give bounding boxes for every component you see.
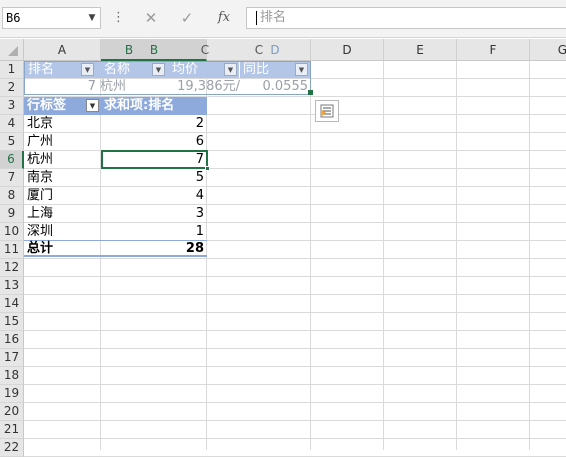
drag-column-label: D: [270, 43, 280, 57]
pivot-row-label[interactable]: 上海: [24, 205, 100, 223]
fill-handle[interactable]: [205, 166, 210, 171]
row-header-1[interactable]: 1: [0, 61, 24, 79]
gridline: [24, 294, 566, 295]
row-header-21[interactable]: 21: [0, 421, 24, 439]
drag-column-label: B: [149, 43, 159, 57]
row-header-22[interactable]: 22: [0, 439, 24, 457]
pivot-row-label[interactable]: 厦门: [24, 187, 100, 205]
pivot-total-border: [24, 255, 207, 257]
row-header-11[interactable]: 11: [0, 241, 24, 259]
formula-bar-grip-icon[interactable]: ⋮: [112, 8, 125, 28]
drag-column-label: B: [124, 43, 134, 57]
gridline: [24, 276, 566, 277]
pivot-row-label[interactable]: 杭州: [24, 151, 100, 169]
gridline: [24, 258, 566, 259]
row-header-8[interactable]: 8: [0, 187, 24, 205]
name-box-dropdown-icon[interactable]: ▼: [85, 8, 99, 28]
row-header-14[interactable]: 14: [0, 295, 24, 313]
ghost-cell-price: 19,386元/: [177, 79, 240, 94]
pivot-row-label[interactable]: 南京: [24, 169, 100, 187]
column-header-e[interactable]: E: [384, 39, 457, 61]
column-header-f[interactable]: F: [457, 39, 530, 61]
row-header-18[interactable]: 18: [0, 367, 24, 385]
select-all-triangle-icon: [8, 46, 18, 56]
ghost-cell-yoy: 0.0555: [262, 79, 309, 94]
pivot-row-value[interactable]: 4: [101, 187, 207, 205]
row-header-20[interactable]: 20: [0, 403, 24, 421]
pivot-row-label[interactable]: 北京: [24, 115, 100, 133]
row-header-6[interactable]: 6: [0, 151, 24, 169]
chevron-down-icon: ▼: [152, 63, 165, 76]
row-header-2[interactable]: 2: [0, 79, 24, 97]
chevron-down-icon: ▼: [295, 63, 308, 76]
pivot-row-value[interactable]: 2: [101, 115, 207, 133]
text-caret: [256, 11, 257, 25]
row-header-15[interactable]: 15: [0, 313, 24, 331]
gridline: [24, 402, 566, 403]
gridline: [24, 420, 566, 421]
column-header-a[interactable]: A: [24, 39, 101, 61]
chevron-down-icon[interactable]: ▼: [86, 99, 99, 112]
row-header-19[interactable]: 19: [0, 385, 24, 403]
pivot-row-value[interactable]: 1: [101, 223, 207, 241]
pivot-values-header: 求和项:排名: [104, 98, 175, 113]
insert-function-button[interactable]: fx: [212, 8, 236, 28]
pivot-row-value[interactable]: 6: [101, 133, 207, 151]
drag-column-label: C: [200, 43, 210, 57]
drag-preview-handle: [308, 90, 313, 95]
column-header-g[interactable]: G: [530, 39, 566, 61]
row-header-16[interactable]: 16: [0, 331, 24, 349]
ghost-cell-name: 杭州: [100, 79, 127, 94]
ghost-cell-rank: 7: [87, 79, 96, 94]
row-header-13[interactable]: 13: [0, 277, 24, 295]
gridline: [24, 348, 566, 349]
row-header-4[interactable]: 4: [0, 115, 24, 133]
row-header-10[interactable]: 10: [0, 223, 24, 241]
pivot-row-label[interactable]: 广州: [24, 133, 100, 151]
pivot-row-value[interactable]: 3: [101, 205, 207, 223]
row-header-9[interactable]: 9: [0, 205, 24, 223]
gridline: [24, 384, 566, 385]
pivot-row-label[interactable]: 深圳: [24, 223, 100, 241]
gridline: [24, 312, 566, 313]
gridline: [24, 330, 566, 331]
row-header-7[interactable]: 7: [0, 169, 24, 187]
row-header-12[interactable]: 12: [0, 259, 24, 277]
enter-icon[interactable]: ✓: [176, 8, 198, 28]
pivot-row-value[interactable]: 5: [101, 169, 207, 187]
formula-text: 排名: [260, 10, 287, 25]
row-header-17[interactable]: 17: [0, 349, 24, 367]
chevron-down-icon: ▼: [224, 63, 237, 76]
chevron-down-icon: ▼: [81, 63, 94, 76]
column-header-d[interactable]: D: [311, 39, 384, 61]
gridline: [24, 366, 566, 367]
cancel-icon[interactable]: ✕: [140, 8, 162, 28]
gridline: [24, 438, 566, 439]
row-header-5[interactable]: 5: [0, 133, 24, 151]
quick-analysis-icon: [320, 104, 334, 118]
row-header-3[interactable]: 3: [0, 97, 24, 115]
active-cell-b6[interactable]: [101, 150, 208, 169]
